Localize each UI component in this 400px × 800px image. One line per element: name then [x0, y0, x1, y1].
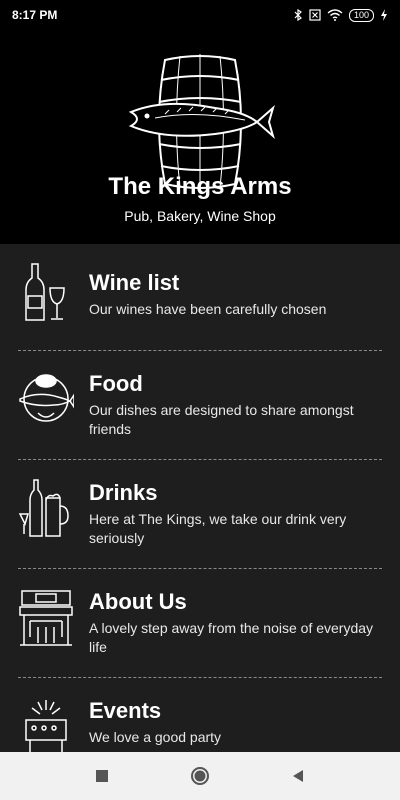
wifi-icon	[327, 9, 343, 21]
close-box-icon	[309, 9, 321, 21]
status-icons: 100	[293, 8, 388, 22]
hero-header: The Kings Arms Pub, Bakery, Wine Shop	[0, 30, 400, 244]
menu-item-food[interactable]: Food Our dishes are designed to share am…	[18, 351, 382, 460]
menu-item-description: We love a good party	[89, 729, 222, 745]
home-button[interactable]	[185, 761, 215, 791]
battery-icon: 100	[348, 8, 374, 22]
drinks-icon	[18, 479, 69, 537]
restaurant-title: The Kings Arms	[108, 173, 292, 200]
wine-bottle-glass-icon	[25, 263, 65, 321]
menu-item-description: Our wines have been carefully chosen	[89, 301, 327, 317]
charging-icon	[380, 9, 388, 21]
status-time: 8:17 PM	[12, 8, 58, 22]
menu-item-description: Here at The Kings, we take our drink ver…	[89, 511, 347, 546]
menu-item-drinks[interactable]: Drinks Here at The Kings, we take our dr…	[18, 460, 382, 569]
menu-item-title: Wine list	[89, 270, 180, 295]
status-bar: 8:17 PM 100	[0, 0, 400, 30]
square-icon	[96, 770, 108, 782]
menu-item-events[interactable]: Events We love a good party	[18, 678, 382, 752]
menu-item-title: Drinks	[89, 480, 158, 505]
circle-icon	[191, 767, 209, 785]
menu-list: Wine list Our wines have been carefully …	[0, 244, 400, 752]
bluetooth-icon	[293, 9, 303, 21]
recents-button[interactable]	[87, 761, 117, 791]
menu-item-title: Events	[89, 698, 162, 723]
fireworks-icon	[25, 700, 67, 752]
menu-item-title: Food	[89, 371, 143, 396]
triangle-back-icon	[293, 770, 303, 782]
menu-item-about-us[interactable]: About Us A lovely step away from the noi…	[18, 569, 382, 678]
back-button[interactable]	[283, 761, 313, 791]
menu-item-description: A lovely step away from the noise of eve…	[89, 620, 374, 655]
barrel-fish-logo	[128, 54, 275, 190]
fish-plate-icon	[19, 374, 74, 422]
restaurant-subtitle: Pub, Bakery, Wine Shop	[124, 208, 276, 224]
system-nav-bar	[0, 752, 400, 800]
menu-item-description: Our dishes are designed to share amongst…	[89, 402, 354, 437]
pub-building-icon	[19, 590, 73, 646]
menu-item-wine-list[interactable]: Wine list Our wines have been carefully …	[18, 244, 382, 351]
menu-item-title: About Us	[89, 589, 187, 614]
